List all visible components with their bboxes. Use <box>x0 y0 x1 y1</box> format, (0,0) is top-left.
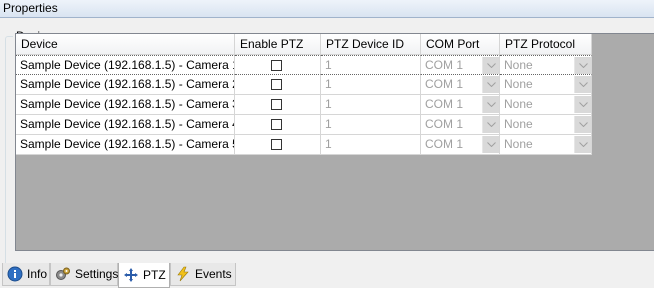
table-row[interactable]: Sample Device (192.168.1.5) - Camera 2 1… <box>16 75 592 95</box>
device-name-cell[interactable]: Sample Device (192.168.1.5) - Camera 1 <box>16 55 235 75</box>
column-header-enable-ptz[interactable]: Enable PTZ <box>235 34 321 55</box>
ptz-device-id-cell: 1 <box>321 115 421 135</box>
ptz-protocol-cell: None <box>500 135 592 155</box>
ptz-protocol-dropdown-button <box>574 96 591 113</box>
com-port-value: COM 1 <box>425 58 464 72</box>
enable-ptz-checkbox[interactable] <box>271 119 282 130</box>
header-filler <box>592 34 654 55</box>
devices-grid[interactable]: Device Enable PTZ PTZ Device ID COM Port… <box>15 33 654 251</box>
device-name-cell[interactable]: Sample Device (192.168.1.5) - Camera 3 <box>16 95 235 115</box>
properties-title: Properties <box>0 0 654 18</box>
info-icon <box>7 266 23 282</box>
chevron-down-icon <box>579 142 588 147</box>
com-port-value: COM 1 <box>425 97 464 111</box>
events-bolt-icon <box>175 266 191 282</box>
ptz-device-id-cell: 1 <box>321 75 421 95</box>
table-row[interactable]: Sample Device (192.168.1.5) - Camera 3 1… <box>16 95 592 115</box>
chevron-down-icon <box>487 142 496 147</box>
chevron-down-icon <box>487 122 496 127</box>
enable-ptz-cell[interactable] <box>235 75 321 95</box>
enable-ptz-cell[interactable] <box>235 55 321 75</box>
ptz-protocol-dropdown-button <box>574 57 591 74</box>
com-port-value: COM 1 <box>425 117 464 131</box>
ptz-move-icon <box>123 267 139 283</box>
column-header-com-port[interactable]: COM Port <box>421 34 500 55</box>
settings-icon <box>55 266 71 282</box>
device-name-cell[interactable]: Sample Device (192.168.1.5) - Camera 4 <box>16 115 235 135</box>
ptz-device-id-cell: 1 <box>321 55 421 75</box>
ptz-protocol-cell: None <box>500 95 592 115</box>
tab-events[interactable]: Events <box>170 263 236 286</box>
column-header-ptz-protocol[interactable]: PTZ Protocol <box>500 34 592 55</box>
chevron-down-icon <box>487 82 496 87</box>
com-port-value: COM 1 <box>425 77 464 91</box>
enable-ptz-cell[interactable] <box>235 95 321 115</box>
enable-ptz-checkbox[interactable] <box>271 139 282 150</box>
bottom-tab-strip: Info Settings PTZ Events <box>0 263 654 288</box>
chevron-down-icon <box>579 122 588 127</box>
enable-ptz-cell[interactable] <box>235 115 321 135</box>
chevron-down-icon <box>487 63 496 68</box>
enable-ptz-checkbox[interactable] <box>271 79 282 90</box>
ptz-protocol-value: None <box>504 58 533 72</box>
device-name-cell[interactable]: Sample Device (192.168.1.5) - Camera 5 <box>16 135 235 155</box>
com-port-cell: COM 1 <box>421 135 500 155</box>
tab-info[interactable]: Info <box>2 263 50 286</box>
ptz-protocol-dropdown-button <box>574 116 591 133</box>
com-port-cell: COM 1 <box>421 75 500 95</box>
tab-settings[interactable]: Settings <box>50 263 118 286</box>
ptz-protocol-value: None <box>504 77 533 91</box>
com-port-dropdown-button <box>482 96 499 113</box>
enable-ptz-cell[interactable] <box>235 135 321 155</box>
ptz-device-id-cell: 1 <box>321 135 421 155</box>
com-port-cell: COM 1 <box>421 115 500 135</box>
ptz-protocol-value: None <box>504 117 533 131</box>
tab-info-label: Info <box>27 267 48 281</box>
com-port-dropdown-button <box>482 57 499 74</box>
ptz-protocol-dropdown-button <box>574 76 591 93</box>
com-port-dropdown-button <box>482 136 499 153</box>
chevron-down-icon <box>487 102 496 107</box>
grid-header-row: Device Enable PTZ PTZ Device ID COM Port… <box>16 34 654 55</box>
ptz-protocol-cell: None <box>500 115 592 135</box>
tab-ptz-label: PTZ <box>143 268 166 282</box>
column-header-ptz-device-id[interactable]: PTZ Device ID <box>321 34 421 55</box>
enable-ptz-checkbox[interactable] <box>271 60 282 71</box>
chevron-down-icon <box>579 63 588 68</box>
table-row[interactable]: Sample Device (192.168.1.5) - Camera 4 1… <box>16 115 592 135</box>
device-name-cell[interactable]: Sample Device (192.168.1.5) - Camera 2 <box>16 75 235 95</box>
com-port-value: COM 1 <box>425 137 464 151</box>
ptz-device-id-cell: 1 <box>321 95 421 115</box>
column-header-device[interactable]: Device <box>16 34 235 55</box>
com-port-cell: COM 1 <box>421 55 500 75</box>
ptz-protocol-value: None <box>504 97 533 111</box>
ptz-protocol-value: None <box>504 137 533 151</box>
enable-ptz-checkbox[interactable] <box>271 99 282 110</box>
ptz-protocol-cell: None <box>500 55 592 75</box>
com-port-dropdown-button <box>482 116 499 133</box>
ptz-protocol-dropdown-button <box>574 136 591 153</box>
chevron-down-icon <box>579 82 588 87</box>
ptz-protocol-cell: None <box>500 75 592 95</box>
tab-events-label: Events <box>195 267 232 281</box>
com-port-cell: COM 1 <box>421 95 500 115</box>
table-row[interactable]: Sample Device (192.168.1.5) - Camera 5 1… <box>16 135 592 155</box>
tab-ptz[interactable]: PTZ <box>118 263 170 288</box>
com-port-dropdown-button <box>482 76 499 93</box>
chevron-down-icon <box>579 102 588 107</box>
tab-settings-label: Settings <box>75 267 119 281</box>
table-row[interactable]: Sample Device (192.168.1.5) - Camera 1 1… <box>16 55 592 75</box>
